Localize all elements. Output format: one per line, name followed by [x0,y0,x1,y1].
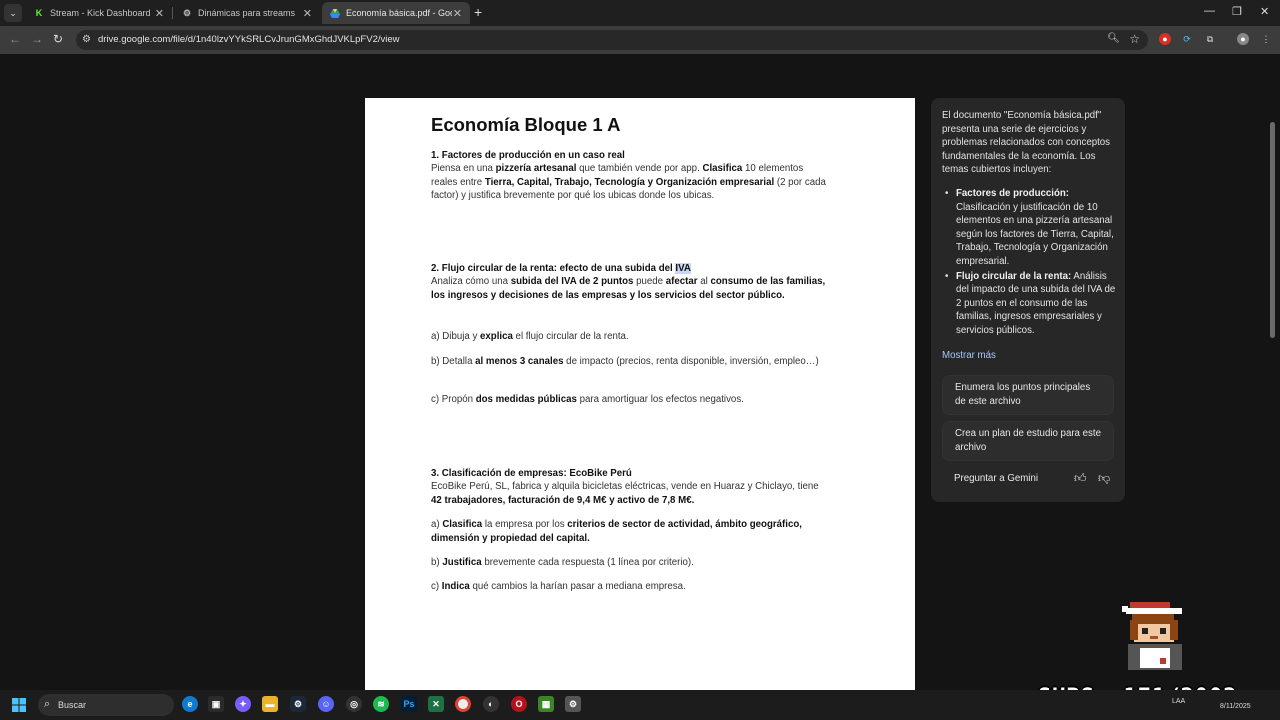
site-info-icon[interactable]: ⚙ [82,34,91,45]
close-icon[interactable]: ✕ [303,7,312,20]
discord-icon[interactable]: ☺ [318,696,334,712]
section-2-item-b: b) Detalla al menos 3 canales de impacto… [431,356,819,367]
search-label: Buscar [58,700,87,710]
file-explorer-icon[interactable]: ▬ [262,696,278,712]
forward-button[interactable]: → [31,32,43,46]
back-button[interactable]: ← [9,32,21,46]
language-indicator[interactable]: LAA [1172,698,1185,705]
zoom-icon[interactable]: 🔍︎ [1107,33,1120,44]
app-icon[interactable]: ◐ [483,696,499,712]
photoshop-icon[interactable]: Ps [401,696,417,712]
tab-separator [172,7,173,19]
section-3-item-a: a) Clasifica la empresa por los criterio… [431,519,802,544]
copilot-icon[interactable]: ✦ [235,696,251,712]
suggestion-chip-main-points[interactable]: Enumera los puntos principales de este a… [942,375,1114,415]
section-1-heading: 1. Factores de producción en un caso rea… [431,150,625,161]
minimize-button[interactable]: — [1204,5,1215,17]
pdf-page: Economía Bloque 1 A 1. Factores de produ… [365,98,915,690]
opera-icon[interactable]: O [511,696,527,712]
doc-title: Economía Bloque 1 A [431,114,621,135]
extension-translate-icon[interactable]: ⟳ [1181,33,1193,45]
selected-text: IVA [675,263,691,274]
gemini-topic-list: Factores de producción: Clasificación y … [942,187,1118,339]
extensions-puzzle-icon[interactable]: ⧉ [1204,33,1216,45]
tab-search-button[interactable]: ⌄ [4,4,22,22]
obs-icon[interactable]: ◎ [346,696,362,712]
list-item: Factores de producción: Clasificación y … [942,187,1118,269]
tab-title: Economía básica.pdf - Google D [346,8,452,18]
section-3-item-c: c) Indica qué cambios la harían pasar a … [431,581,686,592]
taskbar-date[interactable]: 8/11/2025 [1220,703,1251,710]
browser-toolbar: ← → ↻ ⚙ drive.google.com/file/d/1n40lzvY… [0,26,1280,54]
thumbs-down-icon[interactable]: 👎︎ [1098,471,1110,486]
tab-strip: ⌄ K Stream - Kick Dashboard ✕ ⚙ Dinámica… [0,0,1280,26]
media-app-icon[interactable]: ▣ [208,696,224,712]
tab-kick-dashboard[interactable]: K Stream - Kick Dashboard ✕ [26,2,172,24]
list-item: Flujo circular de la renta: Análisis del… [942,270,1118,338]
extension-record-icon[interactable]: ● [1159,33,1171,45]
google-drive-icon [330,8,340,18]
suggestion-chip-study-plan[interactable]: Crea un plan de estudio para este archiv… [942,421,1114,461]
spotify-icon[interactable]: ≋ [373,696,389,712]
windows-start-icon[interactable] [12,698,26,712]
chrome-icon[interactable] [455,696,471,712]
taskbar-search[interactable]: ⌕ Buscar [38,694,174,716]
section-3-heading: 3. Clasificación de empresas: EcoBike Pe… [431,468,632,479]
xbox-app-icon[interactable]: ✕ [428,696,444,712]
new-tab-button[interactable]: + [474,5,482,19]
edge-icon[interactable]: e [182,696,198,712]
pixel-avatar-overlay [1122,602,1182,670]
section-2-body: Analiza cómo una subida del IVA de 2 pun… [431,276,826,301]
search-icon: ⌕ [44,698,51,710]
profile-avatar[interactable]: ● [1237,33,1249,45]
close-icon[interactable]: ✕ [453,7,462,20]
chevron-down-icon: ⌄ [9,7,17,18]
tab-title: Stream - Kick Dashboard [50,8,151,18]
ask-gemini-button[interactable]: Preguntar a Gemini [954,473,1038,484]
url-text[interactable]: drive.google.com/file/d/1n40lzvYYkSRLCvJ… [98,34,400,45]
show-more-link[interactable]: Mostrar más [942,350,996,361]
tab-economia-pdf[interactable]: Economía básica.pdf - Google D ✕ [322,2,470,24]
tab-dinamicas[interactable]: ⚙ Dinámicas para streams ✕ [174,2,320,24]
tab-title: Dinámicas para streams [198,8,296,18]
settings-icon[interactable]: ⚙ [565,696,581,712]
gemini-intro: El documento "Economía básica.pdf" prese… [942,110,1111,176]
reload-button[interactable]: ↻ [53,32,63,46]
address-bar[interactable]: ⚙ drive.google.com/file/d/1n40lzvYYkSRLC… [76,30,1148,50]
section-2-item-a: a) Dibuja y explica el flujo circular de… [431,331,629,342]
kick-icon: K [35,8,43,18]
windows-taskbar: ⌕ Buscar e ▣ ✦ ▬ ⚙ ☺ ◎ ≋ Ps ✕ ◐ O ▦ ⚙ LA… [0,690,1280,720]
viewer-scrollbar[interactable] [1270,122,1275,338]
section-2-item-c: c) Propón dos medidas públicas para amor… [431,394,744,405]
thumbs-up-icon[interactable]: 👍︎ [1074,471,1087,486]
steam-icon[interactable]: ⚙ [290,696,306,712]
gemini-summary-panel: El documento "Economía básica.pdf" prese… [931,98,1125,502]
maximize-button[interactable]: ❐ [1232,5,1242,18]
bookmark-star-icon[interactable]: ☆ [1129,32,1140,46]
section-1-body: Piensa en una pizzería artesanal que tam… [431,163,826,202]
section-3-item-b: b) Justifica brevemente cada respuesta (… [431,557,694,568]
section-3-body: EcoBike Perú, SL, fabrica y alquila bici… [431,481,819,506]
page-icon: ⚙ [182,7,192,18]
minecraft-icon[interactable]: ▦ [538,696,554,712]
section-2-heading: 2. Flujo circular de la renta: efecto de… [431,263,691,274]
close-icon[interactable]: ✕ [155,7,164,20]
menu-kebab-icon[interactable]: ⋮ [1260,33,1272,45]
close-window-button[interactable]: ✕ [1260,5,1269,18]
